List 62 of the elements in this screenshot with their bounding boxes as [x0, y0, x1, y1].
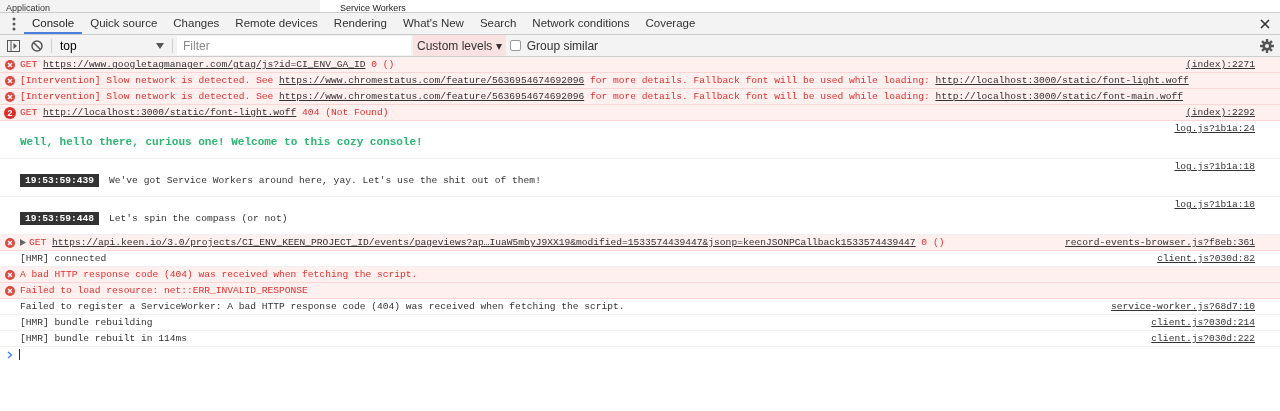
- timestamp-badge: 19:53:59:439: [20, 174, 100, 187]
- error-icon: [5, 285, 15, 296]
- source-link[interactable]: log.js?1b1a:18: [1174, 159, 1255, 174]
- message-text: GET https://api.keen.io/3.0/projects/CI_ENV_KEEN_PROJECT_ID/events/pageviews?ap…IuaW5mbyJ9XX19&modified=1533574439447&jsonp=keenJSONPCallback1533574439447 0 (): [29, 236, 945, 250]
- error-icon: [5, 269, 15, 280]
- message-text: Failed to register a ServiceWorker: A bad HTTP response code (404) was received when fetching the script.: [20, 300, 625, 314]
- sidebar-toggle-icon[interactable]: [7, 39, 20, 52]
- message-text: [Intervention] Slow network is detected. See https://www.chromestatus.com/feature/5636954674692096 for more details. Fallback font will be used while loading: http://localhost:3000/static/font-main.woff: [20, 90, 1183, 104]
- dropdown-caret-icon: [156, 42, 164, 49]
- source-link[interactable]: (index):2271: [1185, 57, 1255, 72]
- source-link[interactable]: log.js?1b1a:24: [1174, 121, 1255, 136]
- message-text: GET http://localhost:3000/static/font-light.woff 404 (Not Found): [20, 106, 389, 120]
- section-title: Service Workers: [339, 2, 406, 14]
- tab[interactable]: What's New: [394, 13, 472, 34]
- source-link[interactable]: client.js?030d:82: [1157, 251, 1255, 266]
- message-text: [HMR] bundle rebuilt in 114ms: [20, 332, 187, 346]
- error-icon: [5, 59, 15, 70]
- tab[interactable]: Search: [471, 13, 525, 34]
- repeat-count-badge: 2: [4, 106, 16, 119]
- link[interactable]: https://www.googletagmanager.com/gtag/js?id=CI_ENV_GA_ID: [43, 59, 366, 70]
- tab[interactable]: Remote devices: [227, 13, 326, 34]
- link[interactable]: http://localhost:3000/static/font-light.woff: [935, 75, 1189, 86]
- clear-console-icon[interactable]: [31, 39, 43, 52]
- group-similar-checkbox[interactable]: Group similar: [509, 38, 599, 53]
- message-text: Failed to load resource: net::ERR_INVALID_RESPONSE: [20, 284, 308, 298]
- source-link[interactable]: record-events-browser.js?f8eb:361: [1065, 235, 1255, 250]
- source-link[interactable]: client.js?030d:214: [1151, 315, 1255, 330]
- context-dropdown[interactable]: top: [56, 38, 168, 53]
- tab[interactable]: Rendering: [325, 13, 395, 34]
- tab[interactable]: Changes: [165, 13, 228, 34]
- message-text: [HMR] connected: [20, 252, 107, 266]
- link[interactable]: http://localhost:3000/static/font-main.woff: [935, 91, 1183, 102]
- timestamp-badge: 19:53:59:448: [20, 212, 100, 225]
- error-icon: [5, 75, 15, 86]
- tab[interactable]: Coverage: [637, 13, 704, 34]
- link[interactable]: https://www.chromestatus.com/feature/5636954674692096: [279, 91, 585, 102]
- error-icon: [5, 237, 15, 248]
- welcome-message: Well, hello there, curious one! Welcome to this cozy console!: [20, 135, 423, 150]
- message-text: GET https://www.googletagmanager.com/gtag/js?id=CI_ENV_GA_ID 0 (): [20, 58, 395, 72]
- message-text: [HMR] bundle rebuilding: [20, 316, 153, 330]
- panel-title: Application: [5, 2, 51, 14]
- close-icon[interactable]: [1260, 18, 1270, 29]
- prompt-chevron-icon: [7, 350, 13, 359]
- source-link[interactable]: service-worker.js?68d7:10: [1111, 299, 1255, 314]
- tab[interactable]: Network conditions: [524, 13, 638, 34]
- log-levels-dropdown[interactable]: Custom levels ▾: [413, 35, 506, 56]
- more-menu-icon[interactable]: [12, 16, 16, 31]
- message-text: A bad HTTP response code (404) was received when fetching the script.: [20, 268, 418, 282]
- link[interactable]: https://api.keen.io/3.0/projects/CI_ENV_KEEN_PROJECT_ID/events/pageviews?ap…IuaW5mbyJ9XX19&modified=1533574439447&jsonp=keenJSONPCallback1533574439447: [52, 237, 916, 248]
- link[interactable]: http://localhost:3000/static/font-light.woff: [43, 107, 297, 118]
- source-link[interactable]: (index):2292: [1185, 105, 1255, 120]
- tab[interactable]: Quick source: [82, 13, 166, 34]
- collapsed-triangle-icon[interactable]: [20, 239, 26, 246]
- filter-field[interactable]: Filter: [177, 36, 411, 55]
- error-icon: [5, 91, 15, 102]
- source-link[interactable]: client.js?030d:222: [1151, 331, 1255, 346]
- link[interactable]: https://www.chromestatus.com/feature/5636954674692096: [279, 75, 585, 86]
- message-text: [Intervention] Slow network is detected. See https://www.chromestatus.com/feature/5636954674692096 for more details. Fallback font will be used while loading: http://localhost:3000/static/font-light.woff: [20, 74, 1189, 88]
- source-link[interactable]: log.js?1b1a:18: [1174, 197, 1255, 212]
- message-text: We've got Service Workers around here, yay. Let's use the shit out of them!: [109, 174, 541, 188]
- message-text: Let's spin the compass (or not): [109, 212, 288, 226]
- settings-icon[interactable]: [1260, 38, 1274, 53]
